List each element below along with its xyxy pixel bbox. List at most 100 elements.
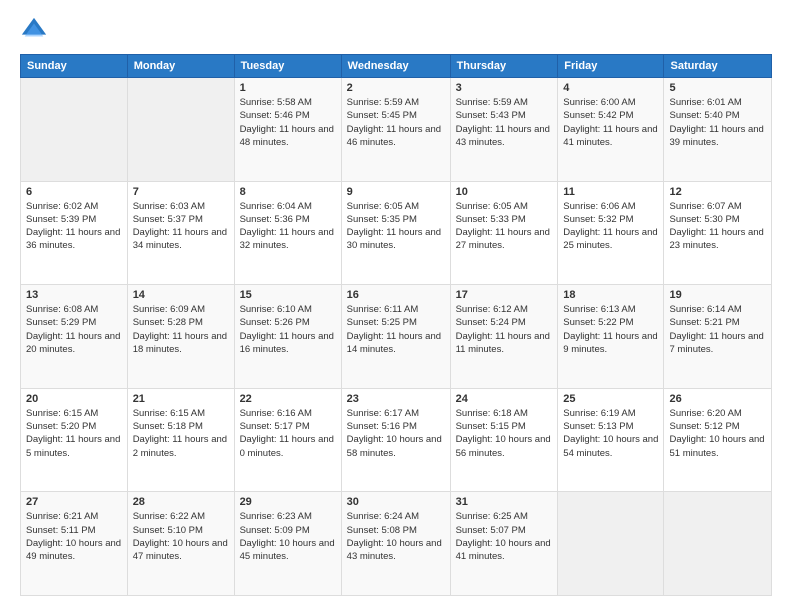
calendar-week-row: 1 Sunrise: 5:58 AM Sunset: 5:46 PM Daylig… bbox=[21, 78, 772, 182]
day-number: 4 bbox=[563, 82, 658, 94]
calendar-cell: 11Sunrise: 6:06 AM Sunset: 5:32 PM Dayli… bbox=[558, 181, 664, 285]
day-info: Sunrise: 6:17 AM Sunset: 5:16 PM Dayligh… bbox=[347, 407, 445, 460]
calendar-cell: 4 Sunrise: 6:00 AM Sunset: 5:42 PM Daylig… bbox=[558, 78, 664, 182]
weekday-header: Monday bbox=[127, 55, 234, 78]
day-number: 18 bbox=[563, 289, 658, 301]
day-info: Sunrise: 6:13 AM Sunset: 5:22 PM Dayligh… bbox=[563, 303, 658, 356]
logo bbox=[20, 16, 52, 44]
day-info: Sunrise: 5:58 AM Sunset: 5:46 PM Dayligh… bbox=[240, 96, 336, 149]
day-info: Sunrise: 6:05 AM Sunset: 5:35 PM Dayligh… bbox=[347, 200, 445, 253]
day-number: 19 bbox=[669, 289, 766, 301]
calendar-cell: 2Sunrise: 5:59 AM Sunset: 5:45 PM Daylig… bbox=[341, 78, 450, 182]
calendar-cell: 5 Sunrise: 6:01 AM Sunset: 5:40 PM Daylig… bbox=[664, 78, 772, 182]
calendar-cell: 25Sunrise: 6:19 AM Sunset: 5:13 PM Dayli… bbox=[558, 388, 664, 492]
calendar-cell: 8 Sunrise: 6:04 AM Sunset: 5:36 PM Daylig… bbox=[234, 181, 341, 285]
day-info: Sunrise: 6:12 AM Sunset: 5:24 PM Dayligh… bbox=[456, 303, 553, 356]
day-number: 29 bbox=[240, 496, 336, 508]
day-number: 1 bbox=[240, 82, 336, 94]
day-number: 11 bbox=[563, 186, 658, 198]
calendar-week-row: 13 Sunrise: 6:08 AM Sunset: 5:29 PM Dayli… bbox=[21, 285, 772, 389]
calendar-cell: 12 Sunrise: 6:07 AM Sunset: 5:30 PM Dayli… bbox=[664, 181, 772, 285]
weekday-header: Saturday bbox=[664, 55, 772, 78]
calendar-cell: 1 Sunrise: 5:58 AM Sunset: 5:46 PM Daylig… bbox=[234, 78, 341, 182]
calendar-cell: 22 Sunrise: 6:16 AM Sunset: 5:17 PM Dayli… bbox=[234, 388, 341, 492]
calendar-cell bbox=[664, 492, 772, 596]
calendar-week-row: 6 Sunrise: 6:02 AM Sunset: 5:39 PM Daylig… bbox=[21, 181, 772, 285]
day-number: 16 bbox=[347, 289, 445, 301]
day-info: Sunrise: 6:01 AM Sunset: 5:40 PM Dayligh… bbox=[669, 96, 766, 149]
weekday-header: Friday bbox=[558, 55, 664, 78]
day-number: 10 bbox=[456, 186, 553, 198]
day-info: Sunrise: 6:15 AM Sunset: 5:18 PM Dayligh… bbox=[133, 407, 229, 460]
day-info: Sunrise: 6:21 AM Sunset: 5:11 PM Dayligh… bbox=[26, 510, 122, 563]
calendar-cell: 27Sunrise: 6:21 AM Sunset: 5:11 PM Dayli… bbox=[21, 492, 128, 596]
day-info: Sunrise: 6:04 AM Sunset: 5:36 PM Dayligh… bbox=[240, 200, 336, 253]
day-info: Sunrise: 6:10 AM Sunset: 5:26 PM Dayligh… bbox=[240, 303, 336, 356]
day-number: 26 bbox=[669, 393, 766, 405]
day-info: Sunrise: 6:07 AM Sunset: 5:30 PM Dayligh… bbox=[669, 200, 766, 253]
day-number: 13 bbox=[26, 289, 122, 301]
calendar-week-row: 27Sunrise: 6:21 AM Sunset: 5:11 PM Dayli… bbox=[21, 492, 772, 596]
day-info: Sunrise: 6:20 AM Sunset: 5:12 PM Dayligh… bbox=[669, 407, 766, 460]
day-info: Sunrise: 6:16 AM Sunset: 5:17 PM Dayligh… bbox=[240, 407, 336, 460]
calendar-cell: 13 Sunrise: 6:08 AM Sunset: 5:29 PM Dayli… bbox=[21, 285, 128, 389]
calendar-cell: 28 Sunrise: 6:22 AM Sunset: 5:10 PM Dayli… bbox=[127, 492, 234, 596]
day-number: 15 bbox=[240, 289, 336, 301]
day-info: Sunrise: 6:11 AM Sunset: 5:25 PM Dayligh… bbox=[347, 303, 445, 356]
calendar-cell: 7 Sunrise: 6:03 AM Sunset: 5:37 PM Daylig… bbox=[127, 181, 234, 285]
page: SundayMondayTuesdayWednesdayThursdayFrid… bbox=[0, 0, 792, 612]
calendar-cell: 17Sunrise: 6:12 AM Sunset: 5:24 PM Dayli… bbox=[450, 285, 558, 389]
calendar-cell bbox=[558, 492, 664, 596]
calendar-cell: 9Sunrise: 6:05 AM Sunset: 5:35 PM Daylig… bbox=[341, 181, 450, 285]
day-info: Sunrise: 6:08 AM Sunset: 5:29 PM Dayligh… bbox=[26, 303, 122, 356]
day-info: Sunrise: 6:25 AM Sunset: 5:07 PM Dayligh… bbox=[456, 510, 553, 563]
day-number: 7 bbox=[133, 186, 229, 198]
weekday-header: Tuesday bbox=[234, 55, 341, 78]
calendar-body: 1 Sunrise: 5:58 AM Sunset: 5:46 PM Daylig… bbox=[21, 78, 772, 596]
day-number: 25 bbox=[563, 393, 658, 405]
header bbox=[20, 16, 772, 44]
calendar-cell: 18 Sunrise: 6:13 AM Sunset: 5:22 PM Dayli… bbox=[558, 285, 664, 389]
calendar-cell: 14Sunrise: 6:09 AM Sunset: 5:28 PM Dayli… bbox=[127, 285, 234, 389]
day-number: 5 bbox=[669, 82, 766, 94]
day-number: 14 bbox=[133, 289, 229, 301]
day-info: Sunrise: 6:23 AM Sunset: 5:09 PM Dayligh… bbox=[240, 510, 336, 563]
calendar-header: SundayMondayTuesdayWednesdayThursdayFrid… bbox=[21, 55, 772, 78]
day-number: 2 bbox=[347, 82, 445, 94]
day-number: 28 bbox=[133, 496, 229, 508]
day-info: Sunrise: 6:18 AM Sunset: 5:15 PM Dayligh… bbox=[456, 407, 553, 460]
day-info: Sunrise: 6:15 AM Sunset: 5:20 PM Dayligh… bbox=[26, 407, 122, 460]
calendar-table: SundayMondayTuesdayWednesdayThursdayFrid… bbox=[20, 54, 772, 596]
weekday-row: SundayMondayTuesdayWednesdayThursdayFrid… bbox=[21, 55, 772, 78]
day-number: 20 bbox=[26, 393, 122, 405]
calendar-cell: 6 Sunrise: 6:02 AM Sunset: 5:39 PM Daylig… bbox=[21, 181, 128, 285]
day-number: 30 bbox=[347, 496, 445, 508]
calendar-cell: 16 Sunrise: 6:11 AM Sunset: 5:25 PM Dayli… bbox=[341, 285, 450, 389]
day-number: 6 bbox=[26, 186, 122, 198]
day-info: Sunrise: 6:22 AM Sunset: 5:10 PM Dayligh… bbox=[133, 510, 229, 563]
calendar-cell: 21 Sunrise: 6:15 AM Sunset: 5:18 PM Dayli… bbox=[127, 388, 234, 492]
day-number: 3 bbox=[456, 82, 553, 94]
calendar-cell: 19Sunrise: 6:14 AM Sunset: 5:21 PM Dayli… bbox=[664, 285, 772, 389]
calendar-cell: 3Sunrise: 5:59 AM Sunset: 5:43 PM Daylig… bbox=[450, 78, 558, 182]
calendar-cell: 24 Sunrise: 6:18 AM Sunset: 5:15 PM Dayli… bbox=[450, 388, 558, 492]
day-number: 22 bbox=[240, 393, 336, 405]
calendar-cell bbox=[127, 78, 234, 182]
weekday-header: Sunday bbox=[21, 55, 128, 78]
day-number: 8 bbox=[240, 186, 336, 198]
calendar-cell: 31 Sunrise: 6:25 AM Sunset: 5:07 PM Dayli… bbox=[450, 492, 558, 596]
calendar-cell: 23 Sunrise: 6:17 AM Sunset: 5:16 PM Dayli… bbox=[341, 388, 450, 492]
day-number: 31 bbox=[456, 496, 553, 508]
day-number: 24 bbox=[456, 393, 553, 405]
calendar-cell bbox=[21, 78, 128, 182]
day-info: Sunrise: 6:05 AM Sunset: 5:33 PM Dayligh… bbox=[456, 200, 553, 253]
day-number: 23 bbox=[347, 393, 445, 405]
calendar-week-row: 20 Sunrise: 6:15 AM Sunset: 5:20 PM Dayli… bbox=[21, 388, 772, 492]
calendar-cell: 30Sunrise: 6:24 AM Sunset: 5:08 PM Dayli… bbox=[341, 492, 450, 596]
day-info: Sunrise: 6:03 AM Sunset: 5:37 PM Dayligh… bbox=[133, 200, 229, 253]
day-info: Sunrise: 6:02 AM Sunset: 5:39 PM Dayligh… bbox=[26, 200, 122, 253]
day-info: Sunrise: 6:00 AM Sunset: 5:42 PM Dayligh… bbox=[563, 96, 658, 149]
day-number: 21 bbox=[133, 393, 229, 405]
day-number: 12 bbox=[669, 186, 766, 198]
weekday-header: Wednesday bbox=[341, 55, 450, 78]
